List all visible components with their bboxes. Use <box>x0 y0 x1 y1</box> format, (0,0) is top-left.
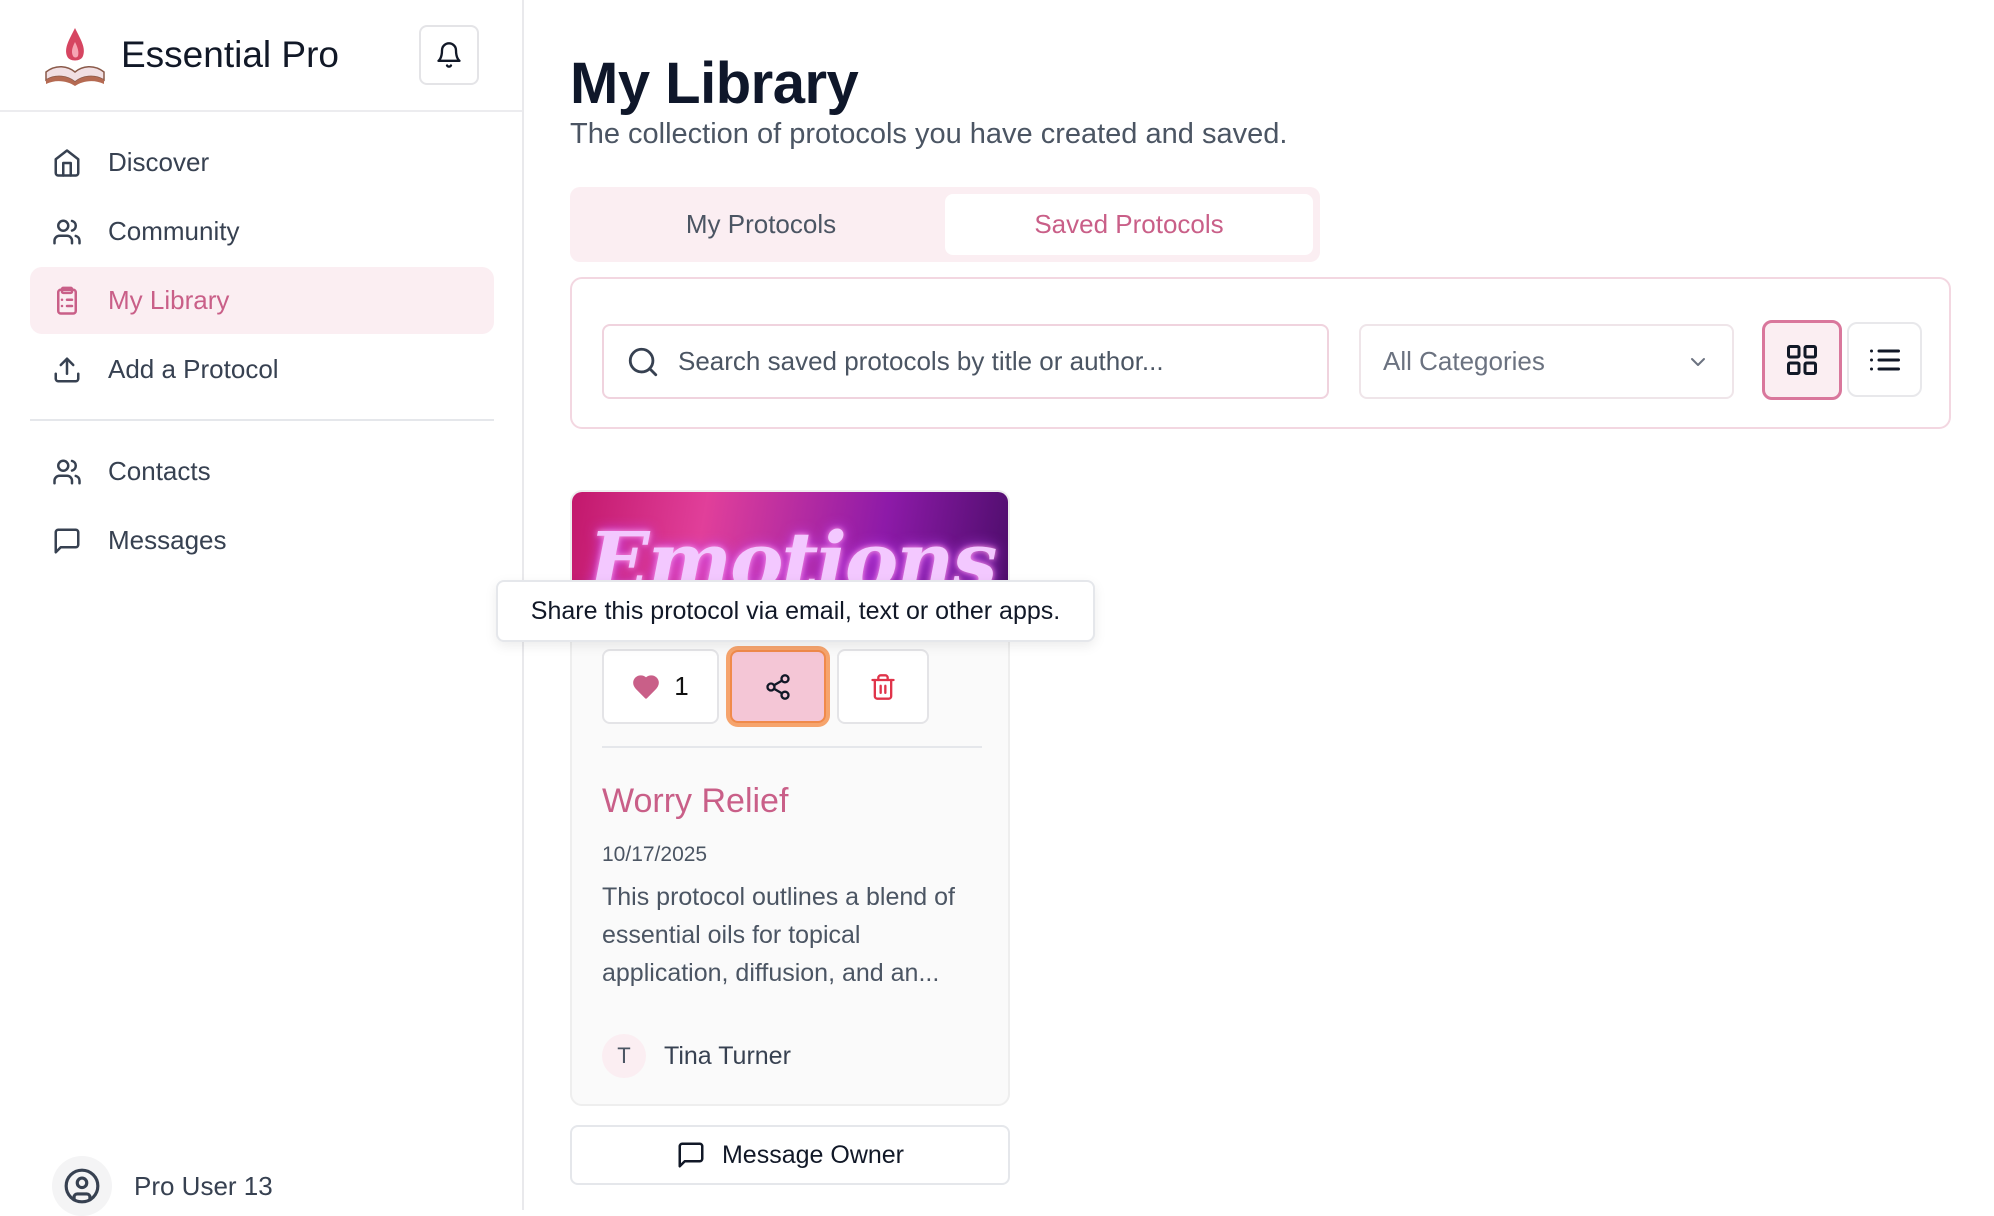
page-subtitle: The collection of protocols you have cre… <box>570 118 1288 150</box>
sidebar-item-my-library[interactable]: My Library <box>30 267 494 334</box>
sidebar-item-add-protocol[interactable]: Add a Protocol <box>30 336 494 403</box>
grid-icon <box>1787 345 1817 375</box>
sidebar-item-contacts[interactable]: Contacts <box>30 438 494 505</box>
bell-icon <box>437 42 461 68</box>
list-icon <box>1869 349 1900 370</box>
protocol-title[interactable]: Worry Relief <box>602 782 788 821</box>
app-name: Essential Pro <box>121 34 339 75</box>
heart-icon <box>633 674 660 699</box>
grid-view-button[interactable] <box>1762 320 1842 400</box>
author-avatar: T <box>602 1034 646 1078</box>
category-select[interactable]: All Categories <box>1359 324 1734 399</box>
avatar <box>52 1156 112 1216</box>
users-icon <box>53 219 81 244</box>
sidebar-item-label: My Library <box>108 285 230 315</box>
like-count: 1 <box>674 671 689 701</box>
sidebar-item-label: Add a Protocol <box>108 354 279 384</box>
sidebar-item-label: Messages <box>108 525 227 555</box>
search-box <box>602 324 1329 399</box>
user-profile[interactable]: Pro User 13 <box>52 1156 273 1216</box>
page-title: My Library <box>570 51 859 116</box>
card-actions: 1 <box>602 646 929 727</box>
brand-header: Essential Pro <box>0 0 522 112</box>
clipboard-list-icon <box>57 286 77 315</box>
protocol-author[interactable]: T Tina Turner <box>602 1034 791 1078</box>
users-icon <box>53 459 81 484</box>
message-owner-label: Message Owner <box>721 1140 905 1169</box>
like-button[interactable]: 1 <box>602 649 719 724</box>
banner-text: Emotions <box>588 514 998 582</box>
author-name: Tina Turner <box>664 1041 791 1070</box>
sidebar-item-community[interactable]: Community <box>30 198 494 265</box>
protocol-date: 10/17/2025 <box>602 843 708 866</box>
user-circle-icon <box>64 1168 100 1204</box>
protocol-description: This protocol outlines a blend of essent… <box>602 883 955 987</box>
card-divider <box>602 746 982 748</box>
sidebar-item-label: Contacts <box>108 456 211 486</box>
list-view-button[interactable] <box>1847 322 1922 397</box>
sidebar: Essential Pro Discover Community My Libr… <box>0 0 524 1216</box>
notifications-button[interactable] <box>419 25 479 85</box>
sidebar-item-discover[interactable]: Discover <box>30 129 494 196</box>
sidebar-item-messages[interactable]: Messages <box>30 507 494 574</box>
search-icon <box>628 347 658 376</box>
share-button[interactable] <box>726 646 830 727</box>
sidebar-divider <box>30 419 494 421</box>
protocol-card-image: Emotions <box>572 492 1008 582</box>
book-flame-logo-icon <box>45 28 105 86</box>
chevron-down-icon <box>1691 357 1705 366</box>
delete-button[interactable] <box>837 649 929 724</box>
category-select-value: All Categories <box>1383 346 1545 376</box>
upload-icon <box>54 357 80 382</box>
tab-saved-protocols[interactable]: Saved Protocols <box>945 194 1313 255</box>
message-square-icon <box>54 528 80 553</box>
home-icon <box>54 148 80 177</box>
trash-icon <box>871 673 895 700</box>
filter-bar: All Categories <box>570 277 1951 429</box>
user-name: Pro User 13 <box>134 1170 273 1201</box>
tab-my-protocols[interactable]: My Protocols <box>577 194 945 255</box>
message-square-icon <box>678 1142 704 1168</box>
sidebar-item-label: Discover <box>108 147 210 177</box>
share-icon <box>766 673 790 700</box>
share-tooltip: Share this protocol via email, text or o… <box>496 580 1095 642</box>
message-owner-button[interactable]: Message Owner <box>570 1125 1010 1185</box>
sidebar-item-label: Community <box>108 216 240 246</box>
library-tabs: My Protocols Saved Protocols <box>570 187 1320 262</box>
search-input[interactable] <box>678 346 1318 377</box>
